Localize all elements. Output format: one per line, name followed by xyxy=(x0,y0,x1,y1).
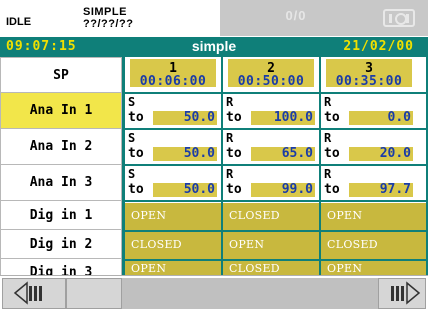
to-label: to xyxy=(128,182,144,197)
analog-cell[interactable]: R to 97.7 xyxy=(321,166,417,200)
ramp-code: R xyxy=(324,167,332,181)
program-name: SIMPLE xyxy=(83,6,127,18)
ramp-code: R xyxy=(226,167,234,181)
to-label: to xyxy=(324,110,340,125)
scroll-left-button[interactable] xyxy=(2,278,66,309)
program-status-panel: IDLE SIMPLE ??/??/?? xyxy=(0,0,221,36)
brand-logo-icon xyxy=(383,9,415,27)
digital-cell[interactable]: OPEN xyxy=(125,203,221,230)
grid-divider xyxy=(221,57,223,275)
grid-divider xyxy=(319,57,321,275)
segment-duration[interactable]: 00:06:00 xyxy=(125,74,221,89)
ramp-code: R xyxy=(226,95,234,109)
segment-counter: 0/0 xyxy=(285,8,307,23)
ramp-code: S xyxy=(128,95,136,109)
ramp-code: R xyxy=(324,95,332,109)
analog-cell[interactable]: S to 50.0 xyxy=(125,130,221,164)
digital-cell[interactable]: OPEN xyxy=(125,261,221,275)
ramp-code: R xyxy=(324,131,332,145)
grid-divider xyxy=(122,200,428,202)
scroll-right-button[interactable] xyxy=(378,278,426,309)
analog-cell[interactable]: R to 100.0 xyxy=(223,94,319,128)
ramp-code: S xyxy=(128,167,136,181)
grid-divider xyxy=(122,128,428,130)
setpoint-value[interactable]: 65.0 xyxy=(251,147,315,161)
digital-cell[interactable]: OPEN xyxy=(321,261,428,275)
row-label-ana-in-1[interactable]: Ana In 1 xyxy=(0,93,122,129)
grid-divider xyxy=(122,92,428,94)
setpoint-value[interactable]: 50.0 xyxy=(153,183,217,197)
analog-cell[interactable]: S to 50.0 xyxy=(125,166,221,200)
segment-header-3[interactable]: 3 00:35:00 xyxy=(321,59,417,91)
analog-cell[interactable]: R to 99.0 xyxy=(223,166,319,200)
setpoint-value[interactable]: 97.7 xyxy=(349,183,413,197)
toolbar-spacer xyxy=(122,278,378,309)
analog-cell[interactable]: R to 0.0 xyxy=(321,94,417,128)
row-label-dig-in-1[interactable]: Dig in 1 xyxy=(0,201,122,230)
ramp-code: R xyxy=(226,131,234,145)
to-label: to xyxy=(324,146,340,161)
to-label: to xyxy=(226,182,242,197)
row-label-ana-in-2[interactable]: Ana In 2 xyxy=(0,129,122,165)
toolbar-blank-button[interactable] xyxy=(66,278,122,309)
bottom-toolbar xyxy=(0,275,428,311)
setpoint-value[interactable]: 20.0 xyxy=(349,147,413,161)
setpoint-value[interactable]: 0.0 xyxy=(349,111,413,125)
logo-panel xyxy=(371,0,428,36)
setpoint-value[interactable]: 50.0 xyxy=(153,111,217,125)
grid-divider xyxy=(122,259,428,261)
setpoint-value[interactable]: 100.0 xyxy=(251,111,315,125)
segment-header-2[interactable]: 2 00:50:00 xyxy=(223,59,319,91)
counter-panel: 0/0 xyxy=(221,0,371,36)
segment-duration[interactable]: 00:35:00 xyxy=(321,74,417,89)
row-label-sp: SP xyxy=(0,57,122,93)
row-label-dig-in-2[interactable]: Dig in 2 xyxy=(0,230,122,259)
setpoint-value[interactable]: 50.0 xyxy=(153,147,217,161)
digital-cell[interactable]: CLOSED xyxy=(125,232,221,259)
analog-cell[interactable]: R to 65.0 xyxy=(223,130,319,164)
grid-divider xyxy=(122,57,125,275)
clock-date: 21/02/00 xyxy=(343,39,414,54)
grid-divider xyxy=(122,164,428,166)
program-grid: SP Ana In 1 Ana In 2 Ana In 3 Dig in 1 D… xyxy=(0,57,428,288)
to-label: to xyxy=(324,182,340,197)
analog-cell[interactable]: S to 50.0 xyxy=(125,94,221,128)
ramp-code: S xyxy=(128,131,136,145)
scroll-right-icon xyxy=(391,281,421,305)
setpoint-value[interactable]: 99.0 xyxy=(251,183,315,197)
analog-cell[interactable]: R to 20.0 xyxy=(321,130,417,164)
digital-cell[interactable]: CLOSED xyxy=(223,261,319,275)
program-state: IDLE xyxy=(6,16,32,28)
status-bar: IDLE SIMPLE ??/??/?? 0/0 xyxy=(0,0,428,36)
row-label-ana-in-3[interactable]: Ana In 3 xyxy=(0,165,122,201)
digital-cell[interactable]: OPEN xyxy=(321,203,428,230)
segment-header-1[interactable]: 1 00:06:00 xyxy=(125,59,221,91)
to-label: to xyxy=(226,146,242,161)
grid-divider xyxy=(122,230,428,232)
to-label: to xyxy=(128,110,144,125)
title-bar: 09:07:15 simple 21/02/00 xyxy=(0,37,428,57)
to-label: to xyxy=(128,146,144,161)
to-label: to xyxy=(226,110,242,125)
program-date: ??/??/?? xyxy=(83,18,134,30)
scroll-left-icon xyxy=(13,281,42,305)
digital-cell[interactable]: CLOSED xyxy=(223,203,319,230)
digital-cell[interactable]: OPEN xyxy=(223,232,319,259)
digital-cell[interactable]: CLOSED xyxy=(321,232,428,259)
segment-duration[interactable]: 00:50:00 xyxy=(223,74,319,89)
